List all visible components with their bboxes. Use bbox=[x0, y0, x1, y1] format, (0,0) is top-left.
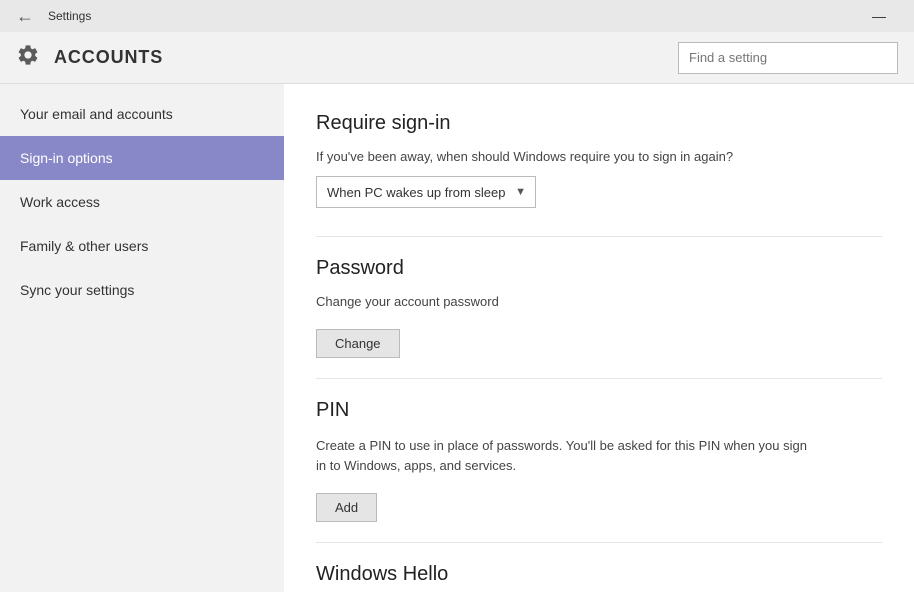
add-pin-button[interactable]: Add bbox=[316, 493, 377, 522]
title-bar-left: ← Settings bbox=[12, 6, 91, 27]
sidebar-item-email-accounts[interactable]: Your email and accounts bbox=[0, 92, 284, 136]
password-title: Password bbox=[316, 257, 882, 280]
sidebar-item-sign-in-options[interactable]: Sign-in options bbox=[0, 136, 284, 180]
search-input[interactable] bbox=[678, 42, 898, 74]
divider-1 bbox=[316, 236, 882, 237]
divider-3 bbox=[316, 542, 882, 543]
main-layout: Your email and accounts Sign-in options … bbox=[0, 84, 914, 592]
back-button[interactable]: ← bbox=[12, 6, 38, 27]
title-bar: ← Settings — bbox=[0, 0, 914, 32]
sidebar-item-sync-settings[interactable]: Sync your settings bbox=[0, 268, 284, 312]
gear-icon bbox=[16, 43, 40, 72]
minimize-button[interactable]: — bbox=[856, 0, 902, 32]
title-bar-title: Settings bbox=[48, 9, 91, 23]
sidebar-item-family-other-users[interactable]: Family & other users bbox=[0, 224, 284, 268]
header-bar: ACCOUNTS bbox=[0, 32, 914, 84]
change-password-button[interactable]: Change bbox=[316, 329, 400, 358]
require-signin-description: If you've been away, when should Windows… bbox=[316, 149, 882, 164]
sidebar-item-work-access[interactable]: Work access bbox=[0, 180, 284, 224]
content-area: Require sign-in If you've been away, whe… bbox=[284, 84, 914, 592]
require-signin-dropdown-wrapper: When PC wakes up from sleep Never 1 minu… bbox=[316, 176, 882, 208]
require-signin-title: Require sign-in bbox=[316, 112, 882, 135]
sidebar: Your email and accounts Sign-in options … bbox=[0, 84, 284, 592]
header-title: ACCOUNTS bbox=[54, 47, 163, 68]
title-bar-controls: — bbox=[856, 0, 902, 32]
sleep-dropdown[interactable]: When PC wakes up from sleep Never 1 minu… bbox=[316, 176, 536, 208]
pin-title: PIN bbox=[316, 399, 882, 422]
sleep-dropdown-container: When PC wakes up from sleep Never 1 minu… bbox=[316, 176, 536, 208]
pin-description: Create a PIN to use in place of password… bbox=[316, 436, 816, 475]
windows-hello-title: Windows Hello bbox=[316, 563, 882, 586]
divider-2 bbox=[316, 378, 882, 379]
password-description: Change your account password bbox=[316, 294, 882, 309]
